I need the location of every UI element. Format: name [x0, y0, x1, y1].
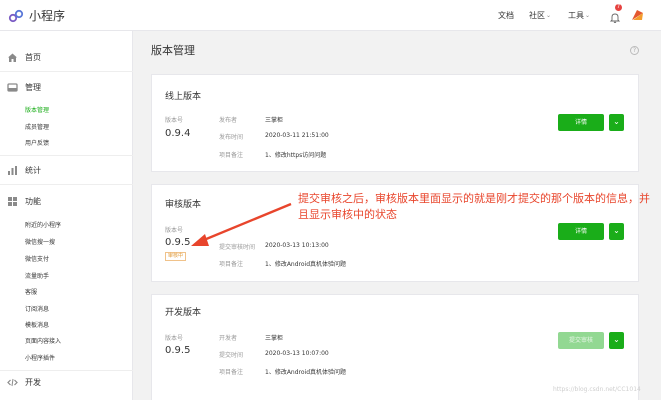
grid-icon	[8, 197, 17, 206]
sidebar-item-version-manage[interactable]: 版本管理	[25, 105, 49, 114]
version-label: 版本号	[165, 227, 184, 234]
note-value: 1、修改Android真机体验问题	[265, 369, 347, 376]
note-value: 1、修改Android真机体验问题	[265, 261, 347, 268]
home-icon	[8, 53, 17, 62]
detail-button[interactable]: 详情	[558, 114, 604, 131]
annotation-arrow	[191, 202, 292, 246]
note-label: 项目备注	[219, 369, 244, 376]
developer-label: 开发者	[219, 335, 238, 342]
avatar[interactable]	[629, 7, 646, 24]
note-value: 1、修改https访问问题	[265, 152, 327, 159]
nav-docs[interactable]: 文档	[498, 10, 514, 21]
miniprogram-logo-icon	[8, 8, 24, 24]
version-label: 版本号	[165, 117, 184, 124]
sidebar-item-features[interactable]: 功能	[25, 196, 41, 207]
notification-badge: 7	[615, 4, 622, 11]
code-icon	[7, 378, 18, 387]
sidebar-item-home[interactable]: 首页	[25, 52, 41, 63]
publish-time-value: 2020-03-11 21:51:00	[265, 132, 329, 139]
chart-icon	[8, 166, 17, 175]
app-logo[interactable]: 小程序	[8, 7, 65, 24]
more-dropdown-button[interactable]: ⌄	[609, 114, 624, 131]
submit-review-button[interactable]: 提交审核	[558, 332, 604, 349]
sidebar-item-content[interactable]: 页面内容接入	[25, 336, 61, 345]
help-icon[interactable]: ?	[630, 46, 639, 55]
chevron-down-icon: ⌄	[613, 226, 620, 235]
watermark: https://blog.csdn.net/CC1014	[553, 386, 641, 393]
developer-value: 三掌柜	[265, 335, 284, 342]
sidebar-item-subscribe[interactable]: 订阅消息	[25, 304, 49, 313]
chevron-down-icon: ⌄	[613, 335, 620, 344]
version-number: 0.9.5	[165, 345, 191, 356]
chevron-down-icon: ⌄	[613, 117, 620, 126]
version-number: 0.9.4	[165, 128, 191, 139]
sidebar-item-develop[interactable]: 开发	[25, 377, 41, 388]
nav-tools[interactable]: 工具	[568, 10, 584, 21]
sidebar: 首页 管理 版本管理 成员管理 用户反馈 统计 功能 附近的小程序 微信搜一搜 …	[0, 31, 133, 400]
commit-time-value: 2020-03-13 10:07:00	[265, 350, 329, 357]
sidebar-item-feedback[interactable]: 用户反馈	[25, 138, 49, 147]
more-dropdown-button[interactable]: ⌄	[609, 223, 624, 240]
note-label: 项目备注	[219, 152, 244, 159]
note-label: 项目备注	[219, 261, 244, 268]
page-title: 版本管理	[151, 44, 195, 57]
detail-button[interactable]: 详情	[558, 223, 604, 240]
commit-time-label: 提交时间	[219, 352, 244, 359]
version-label: 版本号	[165, 335, 184, 342]
card-title: 线上版本	[165, 92, 202, 102]
sidebar-item-nearby[interactable]: 附近的小程序	[25, 220, 61, 229]
inbox-icon	[7, 83, 18, 92]
sidebar-item-plugin[interactable]: 小程序插件	[25, 353, 55, 362]
nav-community[interactable]: 社区	[529, 10, 545, 21]
sidebar-item-stats[interactable]: 统计	[25, 165, 41, 176]
sidebar-item-template[interactable]: 模板消息	[25, 320, 49, 329]
sidebar-item-service[interactable]: 客服	[25, 287, 37, 296]
publisher-label: 发布者	[219, 117, 238, 124]
top-bar: 小程序 文档 社区 ⌄ 工具 ⌄ 7	[0, 0, 661, 31]
more-dropdown-button[interactable]: ⌄	[609, 332, 624, 349]
app-title: 小程序	[29, 9, 66, 23]
sidebar-divider	[0, 71, 133, 72]
dev-version-card: 开发版本 版本号 0.9.5 开发者 三掌柜 提交时间 2020-03-13 1…	[151, 294, 639, 400]
sidebar-item-manage[interactable]: 管理	[25, 82, 41, 93]
sidebar-item-search[interactable]: 微信搜一搜	[25, 237, 55, 246]
online-version-card: 线上版本 版本号 0.9.4 发布者 三掌柜 发布时间 2020-03-11 2…	[151, 74, 639, 172]
sidebar-item-traffic[interactable]: 流量助手	[25, 271, 49, 280]
sidebar-divider	[0, 370, 133, 371]
annotation-text: 提交审核之后，审核版本里面显示的就是刚才提交的那个版本的信息，并且显示审核中的状…	[298, 192, 650, 221]
sidebar-item-pay[interactable]: 微信支付	[25, 254, 49, 263]
chevron-down-icon: ⌄	[546, 12, 552, 19]
status-badge: 审核中	[165, 252, 187, 261]
card-title: 开发版本	[165, 308, 202, 318]
chevron-down-icon: ⌄	[585, 12, 591, 19]
sidebar-divider	[0, 184, 133, 185]
sidebar-divider	[0, 155, 133, 156]
publisher-value: 三掌柜	[265, 117, 284, 124]
publish-time-label: 发布时间	[219, 134, 244, 141]
sidebar-item-members[interactable]: 成员管理	[25, 122, 49, 131]
